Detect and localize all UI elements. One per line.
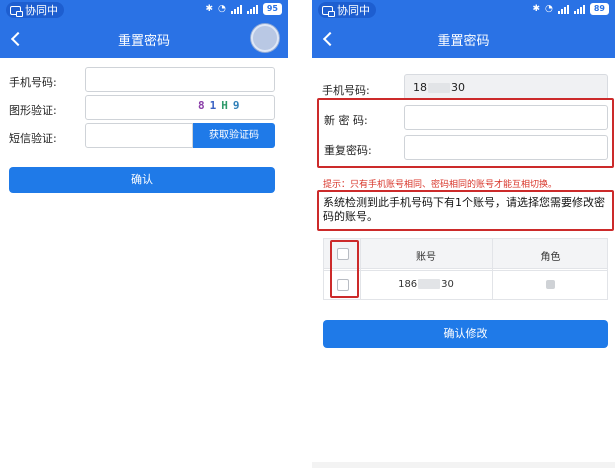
collab-pill[interactable]: 协同中 (318, 2, 376, 18)
phone-suffix: 30 (451, 81, 465, 94)
bluetooth-icon: ✱ (205, 4, 213, 14)
signal-icon (557, 4, 569, 14)
confirm-button[interactable]: 确认 (9, 167, 275, 193)
header-account: 账号 (416, 252, 436, 263)
captcha-char: 8 (198, 99, 206, 112)
page-title: 重置密码 (437, 34, 490, 49)
collab-pill-label: 协同中 (337, 4, 370, 17)
captcha-char: H (221, 99, 229, 112)
divider-gap (288, 0, 312, 468)
phone-label: 手机号码: (9, 76, 57, 89)
left-screen: 协同中 ✱ ◔ 95 重置密码 手机号码: 图形验证: 81H9 短信验证: 获… (0, 0, 288, 468)
phone-label: 手机号码: (322, 84, 370, 97)
captcha-char: 1 (209, 99, 218, 112)
nav-bar: 重置密码 (0, 20, 288, 58)
wifi-icon: ◔ (218, 4, 226, 14)
collab-pill[interactable]: 协同中 (6, 2, 64, 18)
account-mask (418, 279, 441, 289)
row-account: 186 30 (360, 279, 492, 290)
header-role: 角色 (540, 252, 561, 263)
sms-label: 短信验证: (9, 132, 57, 145)
captcha-input[interactable] (85, 95, 275, 120)
sms-code-input[interactable] (85, 123, 193, 148)
right-screen: 协同中 ✱ ◔ 89 重置密码 手机号码: 18 30 新 密 码: 重复密码: … (312, 0, 615, 468)
collab-pill-label: 协同中 (25, 4, 58, 17)
row-account-prefix: 186 (398, 279, 418, 290)
phone-input[interactable] (85, 67, 275, 92)
new-password-input[interactable] (404, 105, 608, 130)
phone-display: 18 30 (404, 74, 608, 100)
role-mask (546, 279, 555, 289)
system-icons: ✱ ◔ 95 (205, 3, 282, 15)
signal-icon (230, 4, 242, 14)
signal-icon (246, 4, 258, 14)
get-code-button[interactable]: 获取验证码 (193, 123, 275, 148)
window-icon (322, 5, 335, 17)
repeat-password-label: 重复密码: (324, 144, 372, 157)
account-table: 账号 角色 186 30 (323, 238, 608, 300)
phone-prefix: 18 (413, 81, 427, 94)
status-bar: 协同中 ✱ ◔ 95 (0, 0, 288, 20)
status-bar: 协同中 ✱ ◔ 89 (312, 0, 615, 20)
captcha-char: 9 (232, 99, 241, 112)
phone-mask (428, 83, 450, 93)
page-title: 重置密码 (117, 34, 170, 49)
confirm-change-button[interactable]: 确认修改 (323, 320, 608, 348)
checkbox-highlight-box (330, 240, 359, 298)
notice-text: 系统检测到此手机号码下有1个账号，请选择您需要修改密码的账号。 (323, 196, 605, 223)
window-icon (10, 5, 23, 17)
bluetooth-icon: ✱ (532, 4, 540, 14)
captcha-label: 图形验证: (9, 104, 57, 117)
signal-icon (573, 4, 585, 14)
bottom-strip (312, 462, 615, 468)
repeat-password-input[interactable] (404, 135, 608, 160)
captcha-image[interactable]: 81H9 (198, 99, 245, 112)
floating-assist-button[interactable] (251, 24, 279, 52)
system-icons: ✱ ◔ 89 (532, 3, 609, 15)
row-role (492, 279, 609, 290)
battery-icon: 95 (262, 3, 282, 15)
wifi-icon: ◔ (545, 4, 553, 14)
hint-text: 提示：只有手机账号相同、密码相同的账号才能互相切换。 (323, 180, 558, 190)
nav-bar: 重置密码 (312, 20, 615, 58)
battery-icon: 89 (589, 3, 609, 15)
new-password-label: 新 密 码: (324, 114, 368, 127)
row-account-suffix: 30 (441, 279, 454, 290)
